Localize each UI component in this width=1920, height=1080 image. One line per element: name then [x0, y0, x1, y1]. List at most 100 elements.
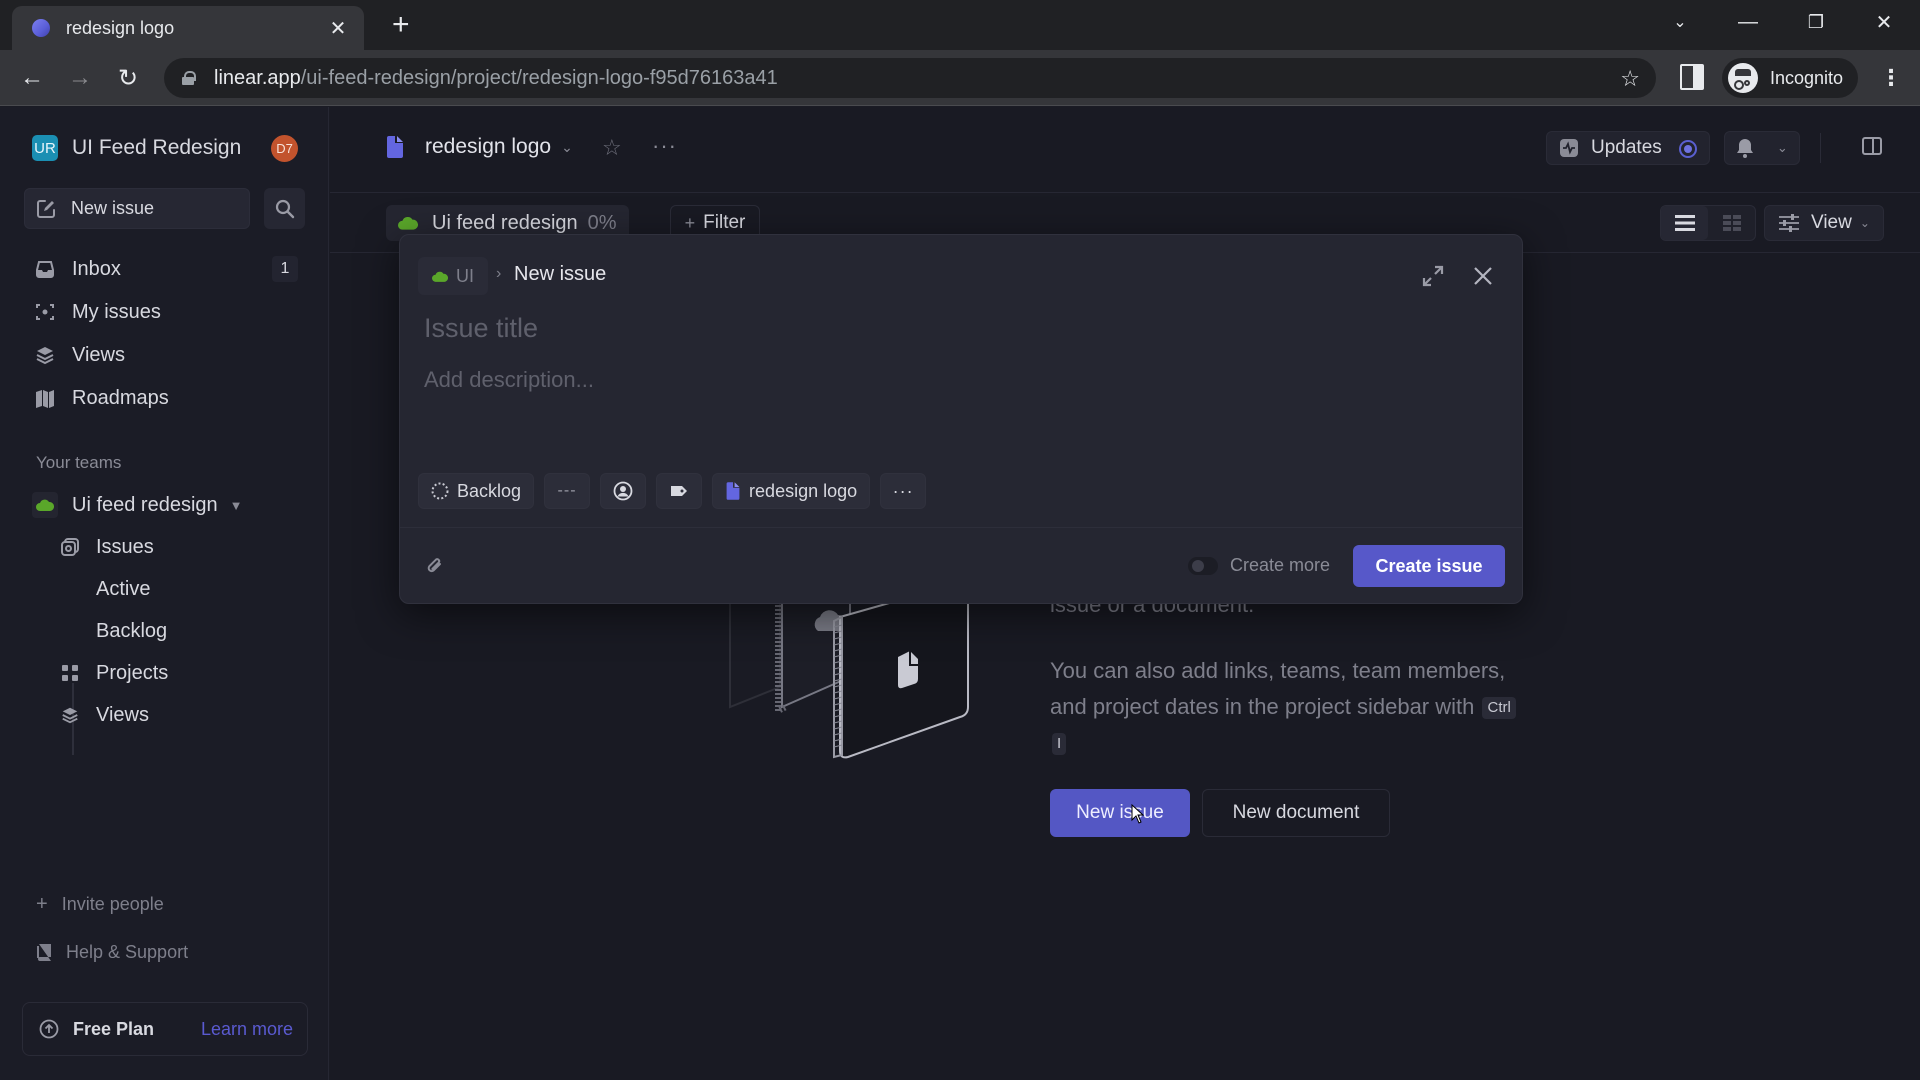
- filter-label: Filter: [703, 212, 746, 233]
- back-button[interactable]: ←: [18, 64, 46, 92]
- book-icon: [37, 944, 51, 961]
- label-tag-icon: [671, 486, 688, 496]
- incognito-profile-button[interactable]: Incognito: [1722, 58, 1858, 98]
- team-item-label: Issues: [96, 535, 154, 558]
- assignee-picker[interactable]: [600, 473, 647, 509]
- list-icon: [1674, 215, 1695, 231]
- sidebar-item-views[interactable]: Views: [24, 335, 306, 375]
- forward-button[interactable]: →: [66, 64, 94, 92]
- views-icon: [36, 347, 54, 365]
- new-issue-label: New issue: [71, 198, 155, 218]
- views-icon: [62, 707, 78, 724]
- team-item-active[interactable]: Active: [48, 570, 306, 608]
- project-more-icon[interactable]: ···: [652, 133, 677, 159]
- tab-title: redesign logo: [66, 17, 175, 38]
- chevron-down-icon: ⌄: [1776, 140, 1788, 155]
- reload-button[interactable]: ↻: [114, 64, 142, 92]
- team-selector[interactable]: UI: [418, 257, 488, 295]
- plus-icon: +: [684, 212, 696, 233]
- issue-properties: Backlog --- redesign logo ···: [418, 473, 927, 509]
- url-bar[interactable]: linear.app/ui-feed-redesign/project/rede…: [164, 58, 1656, 98]
- sidebar-item-my-issues[interactable]: My issues: [24, 292, 306, 332]
- restore-button[interactable]: ❐: [1788, 0, 1844, 44]
- plan-box: Free Plan Learn more: [22, 1002, 308, 1056]
- view-options-button[interactable]: View ⌄: [1764, 205, 1884, 241]
- team-cloud-icon: [32, 492, 58, 518]
- empty-state-text-2: You can also add links, teams, team memb…: [1050, 653, 1520, 761]
- status-picker[interactable]: Backlog: [418, 473, 535, 509]
- create-more-toggle[interactable]: [1188, 557, 1218, 575]
- inbox-count-badge: 1: [272, 256, 298, 282]
- priority-picker[interactable]: ---: [544, 473, 591, 509]
- expand-icon: [1422, 265, 1444, 287]
- backlog-status-icon: [431, 482, 449, 500]
- team-item-views[interactable]: Views: [48, 696, 306, 734]
- attach-file-button[interactable]: [424, 555, 448, 579]
- toggle-details-panel-icon[interactable]: [1862, 137, 1882, 155]
- your-teams-heading: Your teams: [36, 453, 122, 472]
- empty-state-new-issue-button[interactable]: New issue: [1050, 789, 1190, 837]
- team-chip-label: Ui feed redesign: [432, 211, 578, 234]
- list-layout-button[interactable]: [1661, 206, 1708, 240]
- workspace-switcher[interactable]: UR UI Feed Redesign: [32, 135, 241, 161]
- user-avatar[interactable]: D7: [271, 135, 298, 162]
- team-chip-progress: 0%: [587, 211, 617, 234]
- project-doc-icon: [726, 482, 740, 500]
- plus-icon: +: [36, 892, 48, 915]
- learn-more-link[interactable]: Learn more: [201, 1019, 293, 1040]
- team-ui-feed-redesign[interactable]: Ui feed redesign ▼: [24, 485, 306, 525]
- sidebar-item-label: Inbox: [72, 257, 121, 280]
- sidebar-new-issue-button[interactable]: New issue: [24, 188, 250, 229]
- project-picker[interactable]: redesign logo: [712, 473, 871, 509]
- sidebar-item-inbox[interactable]: Inbox 1: [24, 249, 306, 289]
- tab-search-chevron-icon[interactable]: ⌄: [1652, 0, 1708, 44]
- sidebar-item-roadmaps[interactable]: Roadmaps: [24, 378, 306, 418]
- invite-people-button[interactable]: + Invite people: [36, 889, 164, 919]
- search-button[interactable]: [264, 188, 305, 229]
- sidebar-item-label: Views: [72, 343, 125, 366]
- browser-menu-icon[interactable]: ⋮: [1880, 64, 1902, 92]
- create-more-label: Create more: [1230, 555, 1331, 575]
- issue-title-input[interactable]: [424, 307, 1484, 349]
- label-picker[interactable]: [656, 473, 703, 509]
- expand-modal-button[interactable]: [1420, 263, 1446, 289]
- team-cloud-icon: [398, 217, 418, 230]
- inbox-icon: [36, 261, 54, 278]
- kbd-i: I: [1052, 733, 1067, 756]
- search-icon: [275, 199, 294, 218]
- board-layout-button[interactable]: [1708, 206, 1755, 240]
- more-icon: ···: [892, 480, 914, 501]
- project-title-dropdown[interactable]: redesign logo ⌄: [385, 135, 573, 159]
- help-label: Help & Support: [66, 941, 189, 962]
- favorite-star-icon[interactable]: ☆: [602, 135, 622, 161]
- tab-close-icon[interactable]: ✕: [326, 16, 350, 41]
- close-modal-button[interactable]: [1470, 263, 1496, 289]
- team-item-projects[interactable]: Projects: [48, 654, 306, 692]
- close-window-button[interactable]: ✕: [1856, 0, 1912, 44]
- new-tab-button[interactable]: +: [392, 10, 410, 40]
- more-properties-button[interactable]: ···: [880, 473, 927, 509]
- empty-state-new-document-button[interactable]: New document: [1202, 789, 1390, 837]
- chevron-down-icon: ⌄: [1859, 216, 1870, 230]
- help-support-button[interactable]: Help & Support: [36, 937, 188, 967]
- workspace-name: UI Feed Redesign: [72, 136, 242, 159]
- compose-icon: [37, 199, 55, 218]
- chevron-down-icon: ⌄: [561, 138, 573, 155]
- create-issue-button[interactable]: Create issue: [1353, 545, 1505, 587]
- minimize-button[interactable]: —: [1720, 0, 1776, 44]
- team-item-label: Backlog: [96, 619, 168, 642]
- team-item-backlog[interactable]: Backlog: [48, 612, 306, 650]
- team-item-issues[interactable]: Issues: [48, 528, 306, 566]
- sidebar: UR UI Feed Redesign D7 New issue Inbox 1…: [0, 107, 329, 1080]
- browser-tab[interactable]: redesign logo ✕: [12, 6, 364, 50]
- issue-description-input[interactable]: [424, 367, 1484, 427]
- status-label: Backlog: [457, 480, 522, 501]
- updates-button[interactable]: Updates: [1546, 131, 1710, 165]
- close-icon: [1474, 267, 1492, 285]
- notifications-button[interactable]: ⌄: [1724, 131, 1800, 165]
- issues-icon: [61, 538, 79, 556]
- grid-icon: [1722, 215, 1741, 231]
- side-panel-icon[interactable]: [1680, 64, 1704, 90]
- bookmark-star-icon[interactable]: ☆: [1620, 66, 1640, 92]
- divider: [400, 527, 1522, 528]
